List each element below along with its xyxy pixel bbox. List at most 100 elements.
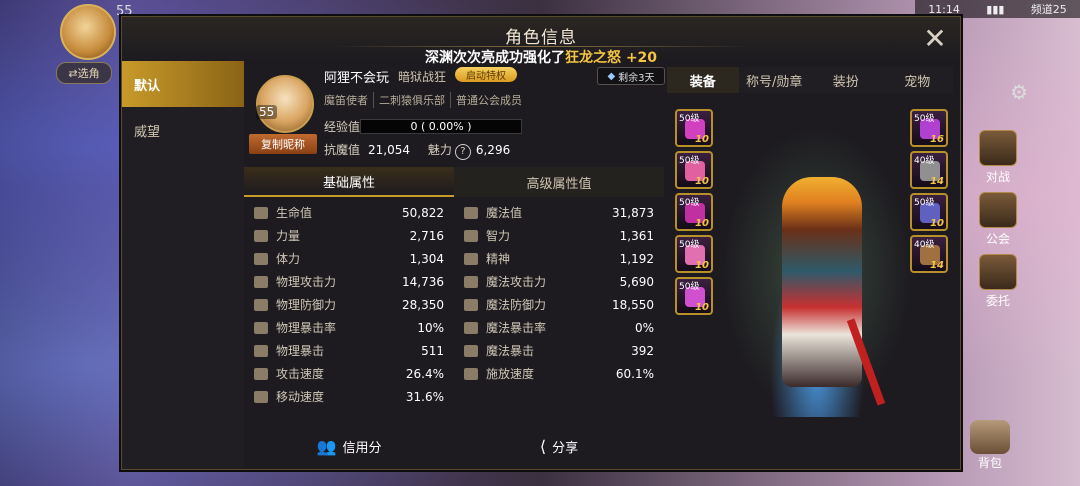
stat-cell: 智力 1,361 bbox=[454, 227, 664, 244]
stat-cell: 施放速度 60.1% bbox=[454, 365, 664, 382]
stat-row: 力量 2,716 智力 1,361 bbox=[244, 224, 664, 247]
stat-value: 5,690 bbox=[619, 274, 654, 289]
tag-club: 二刺猿俱乐部 bbox=[373, 92, 450, 108]
equipment-slot[interactable]: 50级 16 bbox=[910, 109, 948, 147]
tab-title-medal[interactable]: 称号/勋章 bbox=[739, 67, 811, 93]
settings-gear-icon[interactable]: ⚙ bbox=[1010, 80, 1028, 104]
close-icon[interactable]: ✕ bbox=[920, 25, 950, 53]
commission-icon bbox=[979, 254, 1017, 290]
side-button-guild[interactable]: 公会 bbox=[976, 192, 1020, 247]
share-button[interactable]: ⟨ 分享 bbox=[454, 437, 664, 456]
nav-item-default[interactable]: 默认 bbox=[122, 61, 244, 107]
stat-icon bbox=[254, 275, 268, 288]
character-name: 阿狸不会玩 bbox=[324, 71, 390, 86]
stat-value: 511 bbox=[421, 343, 444, 358]
tab-advanced-attributes[interactable]: 高级属性值 bbox=[454, 167, 664, 197]
stat-value: 1,192 bbox=[619, 251, 654, 266]
stat-cell: 魔法值 31,873 bbox=[454, 204, 664, 221]
item-enhance: 10 bbox=[695, 260, 709, 271]
side-button-commission[interactable]: 委托 bbox=[976, 254, 1020, 309]
item-enhance: 10 bbox=[695, 218, 709, 229]
stat-cell: 生命值 50,822 bbox=[244, 204, 454, 221]
stat-label: 攻击速度 bbox=[276, 367, 325, 381]
stat-label: 魔法暴击 bbox=[486, 344, 535, 358]
battle-icon bbox=[979, 130, 1017, 166]
stat-row: 物理暴击率 10% 魔法暴击率 0% bbox=[244, 316, 664, 339]
left-nav: 默认 威望 bbox=[122, 61, 244, 469]
equipment-slot[interactable]: 50级 10 bbox=[910, 193, 948, 231]
character-tags: 魔笛使者 二刺猿俱乐部 普通公会成员 bbox=[324, 92, 527, 108]
panel-title: 角色信息 bbox=[505, 28, 577, 48]
bag-button[interactable]: 背包 bbox=[970, 420, 1010, 471]
item-level: 50级 bbox=[679, 240, 700, 250]
stat-icon bbox=[464, 229, 478, 242]
help-icon[interactable]: ? bbox=[454, 144, 471, 160]
stat-row: 移动速度 31.6% bbox=[244, 385, 664, 408]
copy-nickname-button[interactable]: 复制昵称 bbox=[249, 134, 317, 154]
anti-magic-value: 21,054 bbox=[368, 143, 411, 157]
equipment-slot[interactable]: 50级 10 bbox=[675, 277, 713, 315]
stat-label: 体力 bbox=[276, 252, 301, 266]
stat-label: 魔法防御力 bbox=[486, 298, 547, 312]
character-class: 暗狱战狂 bbox=[398, 70, 447, 84]
side-button-battle[interactable]: 对战 bbox=[976, 130, 1020, 185]
stat-value: 31,873 bbox=[612, 205, 654, 220]
stats-table: 生命值 50,822 魔法值 31,873 力量 2,716 智力 1,361 体力 1,304 精… bbox=[244, 201, 664, 408]
broadcast-message: 深渊次次亮成功强化了狂龙之怒 +20 bbox=[424, 50, 658, 66]
charm-value: 6,296 bbox=[475, 143, 511, 157]
stat-value: 2,716 bbox=[409, 228, 444, 243]
stat-label: 物理暴击率 bbox=[276, 321, 337, 335]
stat-value: 0% bbox=[634, 320, 654, 335]
stat-label: 物理攻击力 bbox=[276, 275, 337, 289]
stat-value: 31.6% bbox=[405, 389, 444, 404]
stat-row: 生命值 50,822 魔法值 31,873 bbox=[244, 201, 664, 224]
stat-icon bbox=[254, 229, 268, 242]
equipment-slot[interactable]: 40级 14 bbox=[910, 235, 948, 273]
stat-icon bbox=[464, 367, 478, 380]
anti-magic-charm-row: 抗魔值 21,054 魅力? 6,296 bbox=[324, 141, 510, 160]
stat-value: 1,361 bbox=[619, 228, 654, 243]
switch-role-button[interactable]: ⇄选角 bbox=[56, 62, 112, 84]
clock: 11:14 bbox=[928, 2, 960, 16]
tab-basic-attributes[interactable]: 基础属性 bbox=[244, 167, 454, 197]
nav-item-prestige[interactable]: 威望 bbox=[122, 107, 244, 153]
item-level: 40级 bbox=[914, 240, 935, 250]
stat-icon bbox=[254, 390, 268, 403]
stat-cell: 物理暴击率 10% bbox=[244, 319, 454, 336]
item-enhance: 10 bbox=[695, 302, 709, 313]
channel-label[interactable]: 频道25 bbox=[1031, 1, 1067, 17]
stat-row: 物理防御力 28,350 魔法防御力 18,550 bbox=[244, 293, 664, 316]
stat-cell: 移动速度 31.6% bbox=[244, 388, 454, 405]
stat-icon bbox=[464, 321, 478, 334]
equipment-slot[interactable]: 40级 14 bbox=[910, 151, 948, 189]
equipment-slot[interactable]: 50级 10 bbox=[675, 193, 713, 231]
equipment-slot[interactable]: 50级 10 bbox=[675, 235, 713, 273]
credit-score-button[interactable]: 👥 信用分 bbox=[244, 437, 454, 456]
avatar-level: 55 bbox=[256, 105, 278, 119]
stat-value: 10% bbox=[417, 320, 444, 335]
equipment-slot[interactable]: 50级 10 bbox=[675, 151, 713, 189]
stat-label: 物理暴击 bbox=[276, 344, 325, 358]
stat-label: 魔法暴击率 bbox=[486, 321, 547, 335]
tag-guild-role: 普通公会成员 bbox=[450, 92, 527, 108]
stat-cell: 攻击速度 26.4% bbox=[244, 365, 454, 382]
people-icon: 👥 bbox=[316, 436, 337, 456]
tab-pet[interactable]: 宠物 bbox=[882, 67, 954, 93]
item-enhance: 16 bbox=[930, 134, 944, 145]
hud-avatar[interactable] bbox=[60, 4, 116, 60]
stat-icon bbox=[464, 298, 478, 311]
tab-equipment[interactable]: 装备 bbox=[667, 67, 739, 93]
item-level: 50级 bbox=[679, 282, 700, 292]
stat-value: 1,304 bbox=[409, 251, 444, 266]
stat-cell: 精神 1,192 bbox=[454, 250, 664, 267]
stat-icon bbox=[464, 252, 478, 265]
stat-value: 28,350 bbox=[402, 297, 444, 312]
stat-row: 体力 1,304 精神 1,192 bbox=[244, 247, 664, 270]
equipment-slot[interactable]: 50级 10 bbox=[675, 109, 713, 147]
tab-outfit[interactable]: 装扮 bbox=[810, 67, 882, 93]
remaining-days: ◆ 剩余3天 bbox=[597, 67, 665, 85]
privilege-badge[interactable]: 启动特权 bbox=[455, 67, 517, 82]
stat-icon bbox=[254, 206, 268, 219]
stat-value: 60.1% bbox=[615, 366, 654, 381]
diamond-icon: ◆ bbox=[607, 70, 616, 82]
